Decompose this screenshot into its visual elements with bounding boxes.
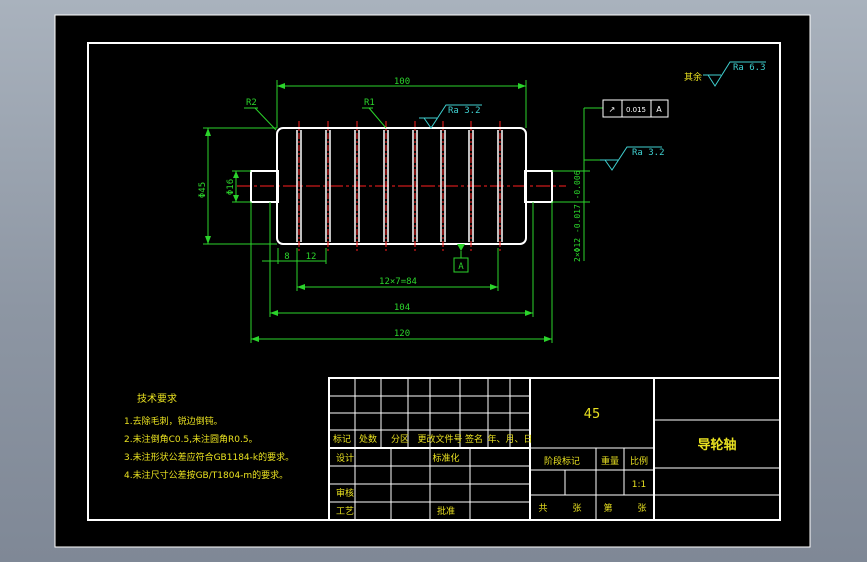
svg-text:重量: 重量 (601, 455, 619, 467)
svg-text:A: A (458, 262, 464, 272)
dim-120: 120 (394, 329, 410, 339)
tech-item: 2.未注倒角C0.5,未注圆角R0.5。 (124, 433, 258, 445)
svg-text:0.015: 0.015 (626, 106, 646, 114)
dim-r2: R2 (246, 98, 257, 108)
svg-text:签名: 签名 (465, 433, 483, 445)
svg-text:A: A (656, 105, 662, 114)
svg-text:1:1: 1:1 (632, 480, 646, 490)
svg-text:Ra 3.2: Ra 3.2 (448, 106, 481, 116)
svg-text:技术要求: 技术要求 (137, 392, 177, 405)
dim-104: 104 (394, 303, 410, 313)
svg-text:阶段标记: 阶段标记 (544, 455, 580, 467)
dim-12: 12 (306, 252, 317, 262)
svg-text:工艺: 工艺 (336, 506, 354, 517)
svg-text:年、月、日: 年、月、日 (487, 433, 532, 445)
svg-text:Ra 6.3: Ra 6.3 (733, 63, 766, 73)
svg-text:Ra 3.2: Ra 3.2 (632, 148, 665, 158)
svg-text:批准: 批准 (437, 505, 455, 517)
dim-phi16: Φ16 (226, 179, 236, 195)
drawing-sheet (54, 14, 811, 548)
svg-text:↗: ↗ (609, 105, 616, 114)
svg-text:张: 张 (572, 503, 581, 514)
svg-text:其余: 其余 (684, 71, 702, 83)
svg-text:更改文件号: 更改文件号 (417, 433, 462, 445)
dim-groove-pattern: 12×7=84 (379, 277, 417, 287)
svg-text:张: 张 (637, 503, 646, 514)
cad-drawing: 100 R2 R1 Φ45 Φ16 8 12 12×7=84 104 120 2… (54, 14, 811, 548)
part-name: 导轮轴 (697, 437, 736, 453)
svg-text:审核: 审核 (336, 487, 354, 499)
tech-item: 1.去除毛刺，锐边倒钝。 (124, 415, 223, 427)
svg-text:第: 第 (603, 502, 612, 514)
svg-text:共: 共 (538, 503, 547, 514)
material: 45 (584, 407, 601, 422)
dim-r1: R1 (364, 98, 375, 108)
svg-text:标准化: 标准化 (432, 452, 459, 464)
dim-shaft-fit: 2×Φ12 -0.017 -0.006 (573, 170, 582, 262)
dim-100: 100 (394, 77, 410, 87)
svg-text:标记: 标记 (333, 433, 351, 445)
svg-text:设计: 设计 (336, 452, 354, 464)
svg-text:处数: 处数 (359, 433, 377, 445)
tech-item: 4.未注尺寸公差按GB/T1804-m的要求。 (124, 469, 288, 481)
tech-item: 3.未注形状公差应符合GB1184-k的要求。 (124, 451, 294, 463)
dim-8: 8 (284, 252, 289, 262)
svg-text:分区: 分区 (391, 434, 409, 445)
dim-phi45: Φ45 (198, 182, 208, 198)
svg-text:比例: 比例 (630, 455, 648, 467)
